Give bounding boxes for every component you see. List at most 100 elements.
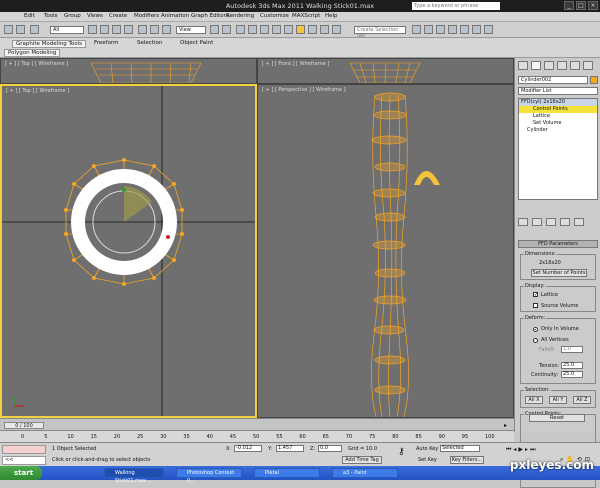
- render-setup-icon[interactable]: [460, 25, 469, 34]
- rotate-icon[interactable]: [150, 25, 159, 34]
- stack-item-lattice[interactable]: Lattice: [519, 113, 597, 120]
- undo-icon[interactable]: [4, 25, 13, 34]
- menu-graph-editors[interactable]: Graph Editors: [191, 13, 229, 19]
- scale-icon[interactable]: [162, 25, 171, 34]
- menu-animation[interactable]: Animation: [161, 13, 189, 19]
- selection-filter-dropdown[interactable]: All: [50, 26, 84, 34]
- play-icon[interactable]: ▶: [518, 446, 523, 454]
- schematic-view-icon[interactable]: [436, 25, 445, 34]
- configure-sets-icon[interactable]: [574, 218, 584, 226]
- viewport-top-strip-left[interactable]: [ + ] [ Top ] [ Wireframe ]: [0, 58, 257, 84]
- render-production-icon[interactable]: [484, 25, 493, 34]
- falloff-spinner[interactable]: 1.0: [561, 346, 583, 353]
- rectangle-selection-icon[interactable]: [112, 25, 121, 34]
- display-tab-icon[interactable]: [570, 61, 580, 70]
- selection-set-input[interactable]: Create Selection Set: [354, 26, 406, 39]
- key-mode-dropdown[interactable]: Selected: [440, 445, 480, 452]
- motion-tab-icon[interactable]: [557, 61, 567, 70]
- only-in-volume-radio[interactable]: [533, 327, 538, 332]
- object-color-swatch[interactable]: [590, 76, 598, 84]
- select-manipulate-icon[interactable]: [222, 25, 231, 34]
- menu-help[interactable]: Help: [325, 13, 338, 19]
- task-photoshop-contest[interactable]: Photoshop Contest 0...: [176, 468, 242, 484]
- go-to-end-icon[interactable]: ⏭: [530, 446, 535, 454]
- menu-views[interactable]: Views: [87, 13, 103, 19]
- all-y-button[interactable]: All Y: [549, 396, 567, 404]
- align-icon[interactable]: [320, 25, 329, 34]
- menu-maxscript[interactable]: MAXScript: [292, 13, 320, 19]
- viewport-top[interactable]: [ + ] [ Top ] [ Wireframe ]: [0, 84, 257, 418]
- lattice-checkbox[interactable]: ✓: [533, 292, 538, 298]
- menu-customize[interactable]: Customize: [260, 13, 289, 19]
- all-x-button[interactable]: All X: [525, 396, 543, 404]
- select-object-icon[interactable]: [88, 25, 97, 34]
- time-slider[interactable]: 0 / 100 ▸: [0, 418, 514, 430]
- modifier-list-dropdown[interactable]: Modifier List: [518, 87, 598, 95]
- source-volume-checkbox[interactable]: [533, 303, 538, 308]
- x-coordinate-field[interactable]: -0.012: [234, 445, 262, 452]
- time-slider-handle[interactable]: 0 / 100: [4, 422, 44, 429]
- make-unique-icon[interactable]: [546, 218, 556, 226]
- menu-tools[interactable]: Tools: [44, 13, 58, 19]
- window-crossing-icon[interactable]: [124, 25, 133, 34]
- maxscript-listener-white[interactable]: <<: [2, 456, 46, 465]
- keyboard-shortcut-icon[interactable]: [236, 25, 245, 34]
- rendered-frame-icon[interactable]: [472, 25, 481, 34]
- task-pletal[interactable]: Pletal: [254, 468, 320, 478]
- edit-named-selection-icon[interactable]: [296, 25, 305, 34]
- auto-key-label[interactable]: Auto Key: [416, 446, 438, 452]
- show-end-result-icon[interactable]: [532, 218, 542, 226]
- spinner-snap-icon[interactable]: [284, 25, 293, 34]
- timeline-next-icon[interactable]: ▸: [504, 422, 507, 429]
- curve-editor-icon[interactable]: [424, 25, 433, 34]
- viewport-perspective[interactable]: [ + ] [ Perspective ] [ Wireframe ]: [257, 84, 514, 418]
- move-icon[interactable]: [138, 25, 147, 34]
- reference-coordinate-dropdown[interactable]: View: [176, 26, 206, 34]
- continuity-spinner[interactable]: 25.0: [561, 371, 583, 378]
- hierarchy-tab-icon[interactable]: [544, 61, 554, 70]
- close-button[interactable]: ×: [588, 1, 598, 10]
- search-input[interactable]: Type a keyword or phrase: [412, 2, 500, 10]
- tab-object-paint[interactable]: Object Paint: [180, 40, 213, 46]
- graphite-toggle-icon[interactable]: [412, 25, 421, 34]
- snaps-toggle-icon[interactable]: [248, 25, 257, 34]
- mirror-icon[interactable]: [308, 25, 317, 34]
- previous-frame-icon[interactable]: ◂: [513, 446, 516, 454]
- menu-modifiers[interactable]: Modifiers: [134, 13, 159, 19]
- redo-icon[interactable]: [16, 25, 25, 34]
- menu-create[interactable]: Create: [109, 13, 127, 19]
- layer-manager-icon[interactable]: [332, 25, 341, 34]
- tension-spinner[interactable]: 25.0: [561, 362, 583, 369]
- track-bar[interactable]: 0 5 10 15 20 25 30 35 40 45 50 55 60 65 70 75 80 85 90 95 10…: [0, 430, 514, 442]
- stack-item-ffd[interactable]: FFD(cyl) 2x16x20: [519, 99, 597, 106]
- all-z-button[interactable]: All Z: [573, 396, 591, 404]
- key-filters-button[interactable]: Key Filters...: [450, 456, 484, 464]
- y-coordinate-field[interactable]: 1.457: [276, 445, 304, 452]
- add-time-tag-button[interactable]: Add Time Tag: [342, 456, 382, 464]
- ffd-parameters-rollout[interactable]: FFD Parameters: [518, 240, 598, 248]
- z-coordinate-field[interactable]: 0.0: [318, 445, 342, 452]
- all-vertices-radio[interactable]: [533, 338, 538, 343]
- set-key-label[interactable]: Set Key: [418, 457, 437, 463]
- tab-selection[interactable]: Selection: [137, 40, 162, 46]
- material-editor-icon[interactable]: [448, 25, 457, 34]
- tab-freeform[interactable]: Freeform: [94, 40, 119, 46]
- maximize-button[interactable]: □: [576, 1, 586, 10]
- maxscript-listener-pink[interactable]: [2, 445, 46, 454]
- key-icon[interactable]: ⚷: [398, 447, 405, 457]
- tab-polygon-modeling[interactable]: Polygon Modeling: [4, 49, 61, 57]
- link-icon[interactable]: [30, 25, 39, 34]
- task-3dsmax[interactable]: Walking Stick01.max ...: [104, 468, 164, 484]
- start-button[interactable]: start: [0, 466, 42, 480]
- stack-item-set-volume[interactable]: Set Volume: [519, 120, 597, 127]
- pivot-icon[interactable]: [210, 25, 219, 34]
- tab-graphite-modeling-tools[interactable]: Graphite Modeling Tools: [12, 40, 87, 48]
- create-tab-icon[interactable]: [518, 61, 528, 70]
- angle-snap-icon[interactable]: [260, 25, 269, 34]
- menu-rendering[interactable]: Rendering: [226, 13, 254, 19]
- viewport-front-strip[interactable]: [ + ] [ Front ] [ Wireframe ]: [257, 58, 514, 84]
- next-frame-icon[interactable]: ▸: [525, 446, 528, 454]
- modify-tab-icon[interactable]: [531, 61, 541, 70]
- menu-group[interactable]: Group: [64, 13, 81, 19]
- minimize-button[interactable]: _: [564, 1, 574, 10]
